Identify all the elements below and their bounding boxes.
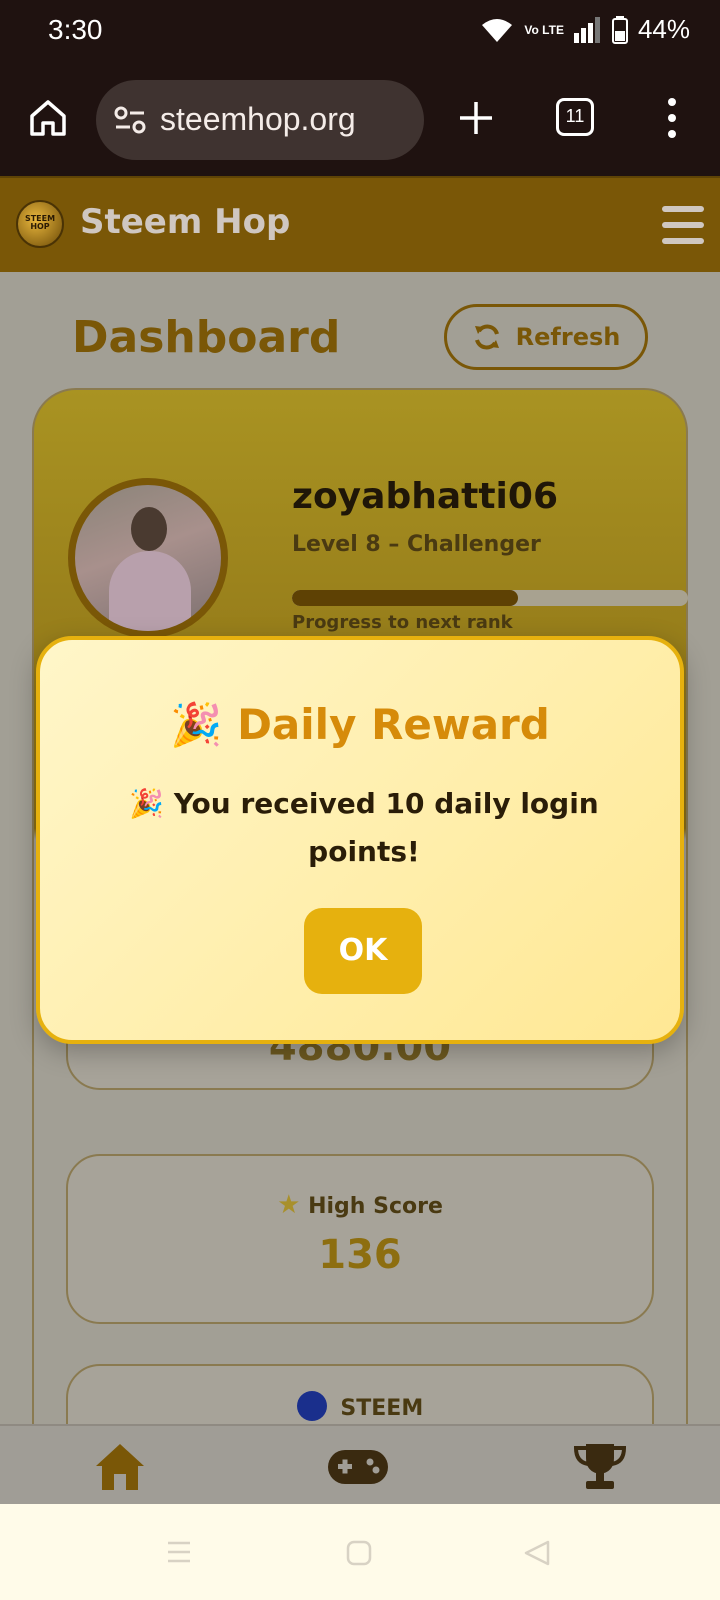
url-text: steemhop.org xyxy=(160,101,356,137)
rank-progress-bar xyxy=(292,590,688,606)
username: zoyabhatti06 xyxy=(292,476,558,517)
wifi-icon xyxy=(482,18,513,42)
logo-text: STEEM HOP xyxy=(24,214,56,231)
trophy-icon[interactable] xyxy=(572,1440,628,1492)
recents-icon[interactable] xyxy=(166,1540,192,1564)
signal-icon xyxy=(573,16,600,43)
status-bar: 3:30 Vo LTE 44% xyxy=(0,0,720,64)
new-tab-icon[interactable] xyxy=(456,98,496,138)
steem-card: STEEM xyxy=(66,1364,654,1424)
modal-title: 🎉 Daily Reward xyxy=(170,700,550,749)
steem-label-row: STEEM xyxy=(68,1391,652,1424)
home-button-icon[interactable] xyxy=(346,1540,372,1566)
avatar xyxy=(68,478,228,638)
steem-hop-logo[interactable]: STEEM HOP xyxy=(16,200,64,248)
gamepad-icon[interactable] xyxy=(326,1440,390,1492)
modal-message: 🎉 You received 10 daily login points! xyxy=(129,787,599,868)
ok-button[interactable]: OK xyxy=(304,908,422,994)
browser-toolbar: steemhop.org 11 xyxy=(0,64,720,176)
daily-reward-modal: 🎉 Daily Reward 🎉 You received 10 daily l… xyxy=(36,636,684,1044)
browser-home-icon[interactable] xyxy=(26,96,70,140)
brand-name[interactable]: Steem Hop xyxy=(80,202,290,242)
high-score-label: High Score xyxy=(308,1194,443,1219)
status-time: 3:30 xyxy=(48,14,103,45)
system-navigation-bar xyxy=(0,1504,720,1600)
back-icon[interactable] xyxy=(524,1540,550,1566)
progress-label: Progress to next rank xyxy=(292,612,513,633)
refresh-label: Refresh xyxy=(515,323,621,351)
star-icon: ★ xyxy=(277,1190,301,1220)
status-icons: Vo LTE 44% xyxy=(480,14,690,45)
steem-logo-icon xyxy=(296,1391,327,1421)
address-bar[interactable]: steemhop.org xyxy=(96,80,424,160)
bottom-nav xyxy=(0,1424,720,1504)
app-header: STEEM HOP Steem Hop xyxy=(0,176,720,272)
site-settings-icon[interactable] xyxy=(114,106,146,134)
refresh-icon xyxy=(474,324,499,350)
battery-icon xyxy=(611,15,628,44)
high-score-label-row: ★ High Score xyxy=(68,1190,652,1220)
avatar-body xyxy=(109,551,191,631)
steem-label: STEEM xyxy=(340,1396,424,1421)
page-title: Dashboard xyxy=(72,312,341,363)
home-icon[interactable] xyxy=(92,1440,148,1492)
tab-switcher-button[interactable]: 11 xyxy=(556,98,594,136)
battery-percent: 44% xyxy=(637,14,690,44)
rank-progress-fill xyxy=(292,590,518,606)
level-label: Level 8 – Challenger xyxy=(292,532,541,557)
high-score-value: 136 xyxy=(318,1232,402,1278)
volte-icon: Vo LTE xyxy=(524,22,564,37)
hamburger-menu-icon[interactable] xyxy=(662,206,704,244)
avatar-head xyxy=(131,507,167,551)
refresh-button[interactable]: Refresh xyxy=(444,304,648,370)
more-options-icon[interactable] xyxy=(664,96,680,140)
high-score-card: ★ High Score 136 xyxy=(66,1154,654,1324)
